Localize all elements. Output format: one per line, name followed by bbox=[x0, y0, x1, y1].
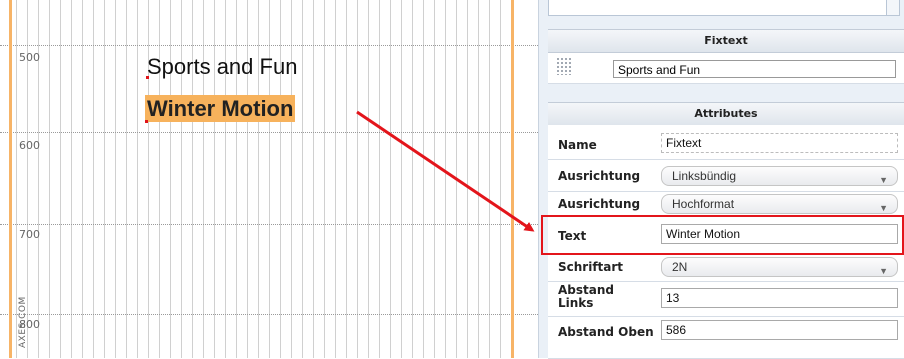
arrow-line bbox=[356, 110, 535, 232]
annotation-arrow bbox=[356, 110, 535, 232]
